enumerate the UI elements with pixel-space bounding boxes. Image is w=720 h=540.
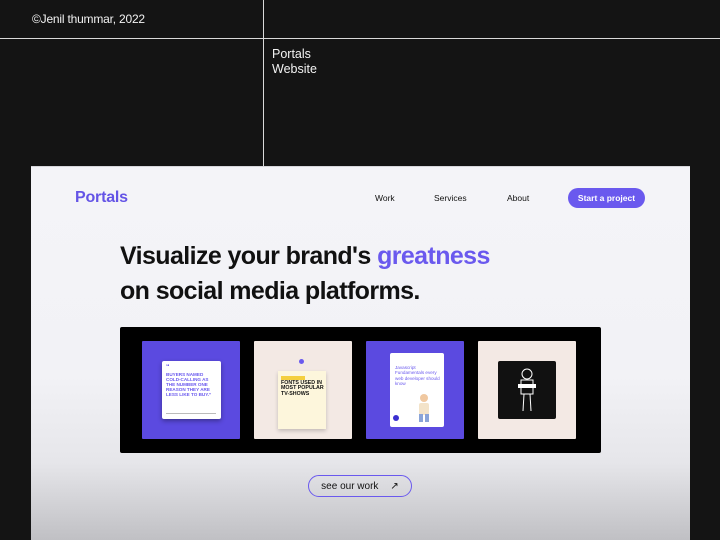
gallery-card-fonts[interactable]: FONTS USED IN MOST POPULAR TV-SHOWS [254,341,352,439]
gallery-card-dark[interactable] [478,341,576,439]
headline-part-1: Visualize your brand's [120,242,378,270]
figure-illustration-icon [518,368,536,412]
poster-text: FONTS USED IN MOST POPULAR TV-SHOWS [281,380,324,397]
nav-link-work[interactable]: Work [375,193,395,203]
javascript-paper: Javascript Fundamentals every web develo… [390,353,444,427]
quote-mark-icon: “ [166,364,170,371]
nav-link-services[interactable]: Services [434,193,467,203]
gallery-card-quote[interactable]: “ BUYERS NAMED COLD-CALLING AS THE NUMBE… [142,341,240,439]
website-preview: Portals Work Services About Start a proj… [31,166,690,540]
fonts-poster: FONTS USED IN MOST POPULAR TV-SHOWS [278,371,326,429]
see-our-work-button[interactable]: see our work ↗ [308,475,412,497]
hero-headline: Visualize your brand's greatness on soci… [120,239,490,309]
site-logo[interactable]: Portals [75,189,128,207]
project-title-line-2: Website [272,62,317,76]
arrow-circle-icon [393,415,399,421]
see-our-work-label: see our work [321,480,379,492]
project-title: Portals Website [272,47,317,77]
poster-dot-icon [299,359,304,364]
work-gallery: “ BUYERS NAMED COLD-CALLING AS THE NUMBE… [120,327,601,453]
gallery-card-javascript[interactable]: Javascript Fundamentals every web develo… [366,341,464,439]
frame-divider-vertical [263,0,264,166]
project-title-line-1: Portals [272,47,311,61]
javascript-text: Javascript Fundamentals every web develo… [395,365,440,387]
headline-row-1: Visualize your brand's greatness [120,239,490,274]
dark-paper [498,361,556,419]
quote-text: BUYERS NAMED COLD-CALLING AS THE NUMBER … [166,372,212,397]
headline-row-2: on social media platforms. [120,277,420,305]
frame-divider-horizontal [0,38,720,39]
arrow-up-right-icon: ↗ [390,480,399,492]
nav-link-about[interactable]: About [507,193,529,203]
copyright-credit: ©Jenil thummar, 2022 [32,12,145,26]
start-project-button[interactable]: Start a project [568,188,645,208]
quote-footer-line [166,413,216,414]
quote-paper: “ BUYERS NAMED COLD-CALLING AS THE NUMBE… [162,361,221,419]
headline-highlight: greatness [377,242,490,270]
person-illustration-icon [419,394,429,422]
